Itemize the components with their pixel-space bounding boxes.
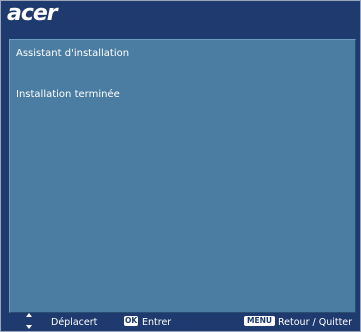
move-hint-label: Déplacert	[51, 317, 98, 328]
footer-hint-bar: Déplacert OK Entrer MENU Retour / Quitte…	[1, 312, 360, 331]
arrow-down-icon	[26, 325, 32, 329]
ok-key-icon[interactable]: OK	[124, 316, 138, 326]
arrow-up-icon	[26, 313, 32, 317]
menu-key-icon[interactable]: MENU	[244, 316, 275, 326]
acer-logo: acer	[7, 1, 58, 26]
up-down-arrows-icon	[25, 313, 35, 330]
header: acer	[1, 1, 360, 31]
enter-hint-label: Entrer	[142, 317, 172, 328]
osd-window: acer Assistant d'installation Installati…	[0, 0, 361, 332]
panel-title: Assistant d'installation	[16, 48, 130, 59]
main-panel: Assistant d'installation Installation te…	[9, 39, 356, 313]
back-quit-hint-label: Retour / Quitter	[278, 317, 353, 328]
installation-status: Installation terminée	[16, 89, 120, 100]
